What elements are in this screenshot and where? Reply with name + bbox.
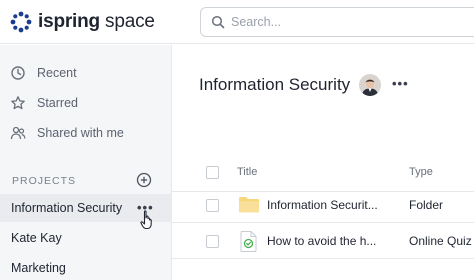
avatar[interactable] (359, 74, 381, 96)
ispring-logo-icon (10, 11, 32, 33)
sidebar-item-label: Starred (37, 96, 78, 110)
star-icon (11, 96, 25, 110)
project-label: Marketing (11, 261, 66, 275)
table-row[interactable]: How to avoid the h... Online Quiz (172, 223, 474, 259)
title-more-button[interactable]: ••• (392, 76, 409, 91)
select-all-checkbox[interactable] (206, 166, 219, 179)
column-header-type[interactable]: Type (409, 166, 433, 178)
table-row[interactable]: Information Securit... Folder (172, 187, 474, 223)
sidebar-item-label: Shared with me (37, 126, 124, 140)
app-logo[interactable]: ispring space (9, 10, 155, 34)
sidebar: Recent Starred Shared with me PROJECTS I… (0, 45, 172, 280)
folder-icon (239, 197, 259, 213)
row-title[interactable]: Information Securit... (267, 198, 378, 212)
clock-icon (11, 66, 25, 80)
column-header-title[interactable]: Title (237, 166, 257, 178)
page-title: Information Security (199, 75, 351, 94)
add-project-icon[interactable] (136, 172, 152, 188)
project-label: Kate Kay (11, 231, 62, 245)
top-bar: ispring space (0, 0, 474, 44)
row-checkbox[interactable] (206, 199, 219, 212)
people-icon (10, 126, 26, 140)
project-label: Information Security (11, 201, 123, 215)
hand-cursor-icon (140, 210, 152, 230)
row-type: Folder (409, 198, 444, 212)
sidebar-item-label: Recent (37, 66, 77, 80)
projects-section-label: PROJECTS (12, 175, 77, 187)
quiz-icon (240, 231, 257, 252)
sidebar-project-marketing[interactable]: Marketing (0, 254, 172, 280)
sidebar-item-recent[interactable]: Recent (0, 59, 172, 87)
row-title[interactable]: How to avoid the h... (267, 234, 376, 248)
user-avatar-icon (359, 74, 381, 96)
logo-text: ispring space (38, 11, 155, 32)
row-type: Online Quiz (409, 234, 472, 248)
row-checkbox[interactable] (206, 235, 219, 248)
search-box[interactable] (200, 7, 474, 37)
sidebar-item-starred[interactable]: Starred (0, 89, 172, 117)
search-icon (211, 15, 225, 29)
sidebar-item-shared[interactable]: Shared with me (0, 119, 172, 147)
search-input[interactable] (231, 12, 471, 32)
